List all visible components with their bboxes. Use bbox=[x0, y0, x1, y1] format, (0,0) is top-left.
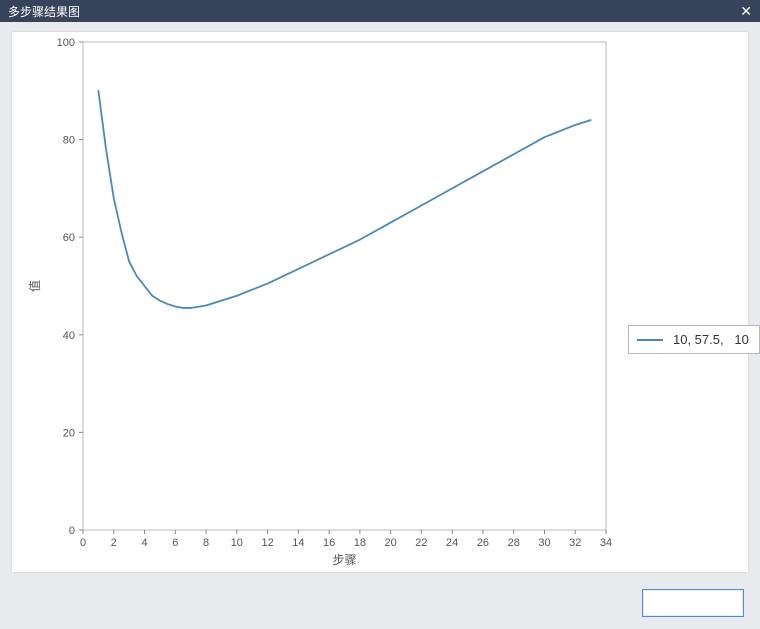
svg-text:2: 2 bbox=[111, 537, 117, 549]
close-icon[interactable]: ✕ bbox=[740, 4, 752, 18]
svg-text:30: 30 bbox=[538, 537, 550, 549]
svg-text:10: 10 bbox=[231, 537, 243, 549]
legend-label: 10, 57.5, 10 bbox=[673, 332, 749, 347]
svg-text:12: 12 bbox=[261, 537, 273, 549]
footer-button[interactable] bbox=[642, 589, 744, 617]
svg-text:0: 0 bbox=[80, 537, 86, 549]
svg-text:0: 0 bbox=[69, 525, 75, 537]
svg-text:14: 14 bbox=[292, 537, 304, 549]
svg-text:28: 28 bbox=[508, 537, 520, 549]
svg-text:60: 60 bbox=[63, 232, 75, 244]
titlebar: 多步骤结果图 ✕ bbox=[0, 0, 760, 22]
svg-text:6: 6 bbox=[172, 537, 178, 549]
svg-text:18: 18 bbox=[354, 537, 366, 549]
legend-line-icon bbox=[637, 339, 663, 341]
chart-canvas: 0204060801000246810121416182022242628303… bbox=[12, 32, 748, 572]
svg-text:24: 24 bbox=[446, 537, 458, 549]
svg-text:20: 20 bbox=[63, 427, 75, 439]
svg-text:34: 34 bbox=[600, 537, 612, 549]
svg-text:16: 16 bbox=[323, 537, 335, 549]
legend: 10, 57.5, 10 bbox=[628, 325, 760, 354]
chart-panel: 0204060801000246810121416182022242628303… bbox=[12, 32, 748, 572]
svg-text:8: 8 bbox=[203, 537, 209, 549]
svg-text:100: 100 bbox=[57, 37, 75, 49]
svg-text:步骤: 步骤 bbox=[332, 553, 356, 567]
svg-text:32: 32 bbox=[569, 537, 581, 549]
svg-text:4: 4 bbox=[141, 537, 147, 549]
window-title: 多步骤结果图 bbox=[8, 3, 80, 20]
svg-text:80: 80 bbox=[63, 135, 75, 147]
svg-text:20: 20 bbox=[385, 537, 397, 549]
svg-text:值: 值 bbox=[27, 280, 42, 292]
svg-text:26: 26 bbox=[477, 537, 489, 549]
svg-text:40: 40 bbox=[63, 330, 75, 342]
svg-text:22: 22 bbox=[415, 537, 427, 549]
